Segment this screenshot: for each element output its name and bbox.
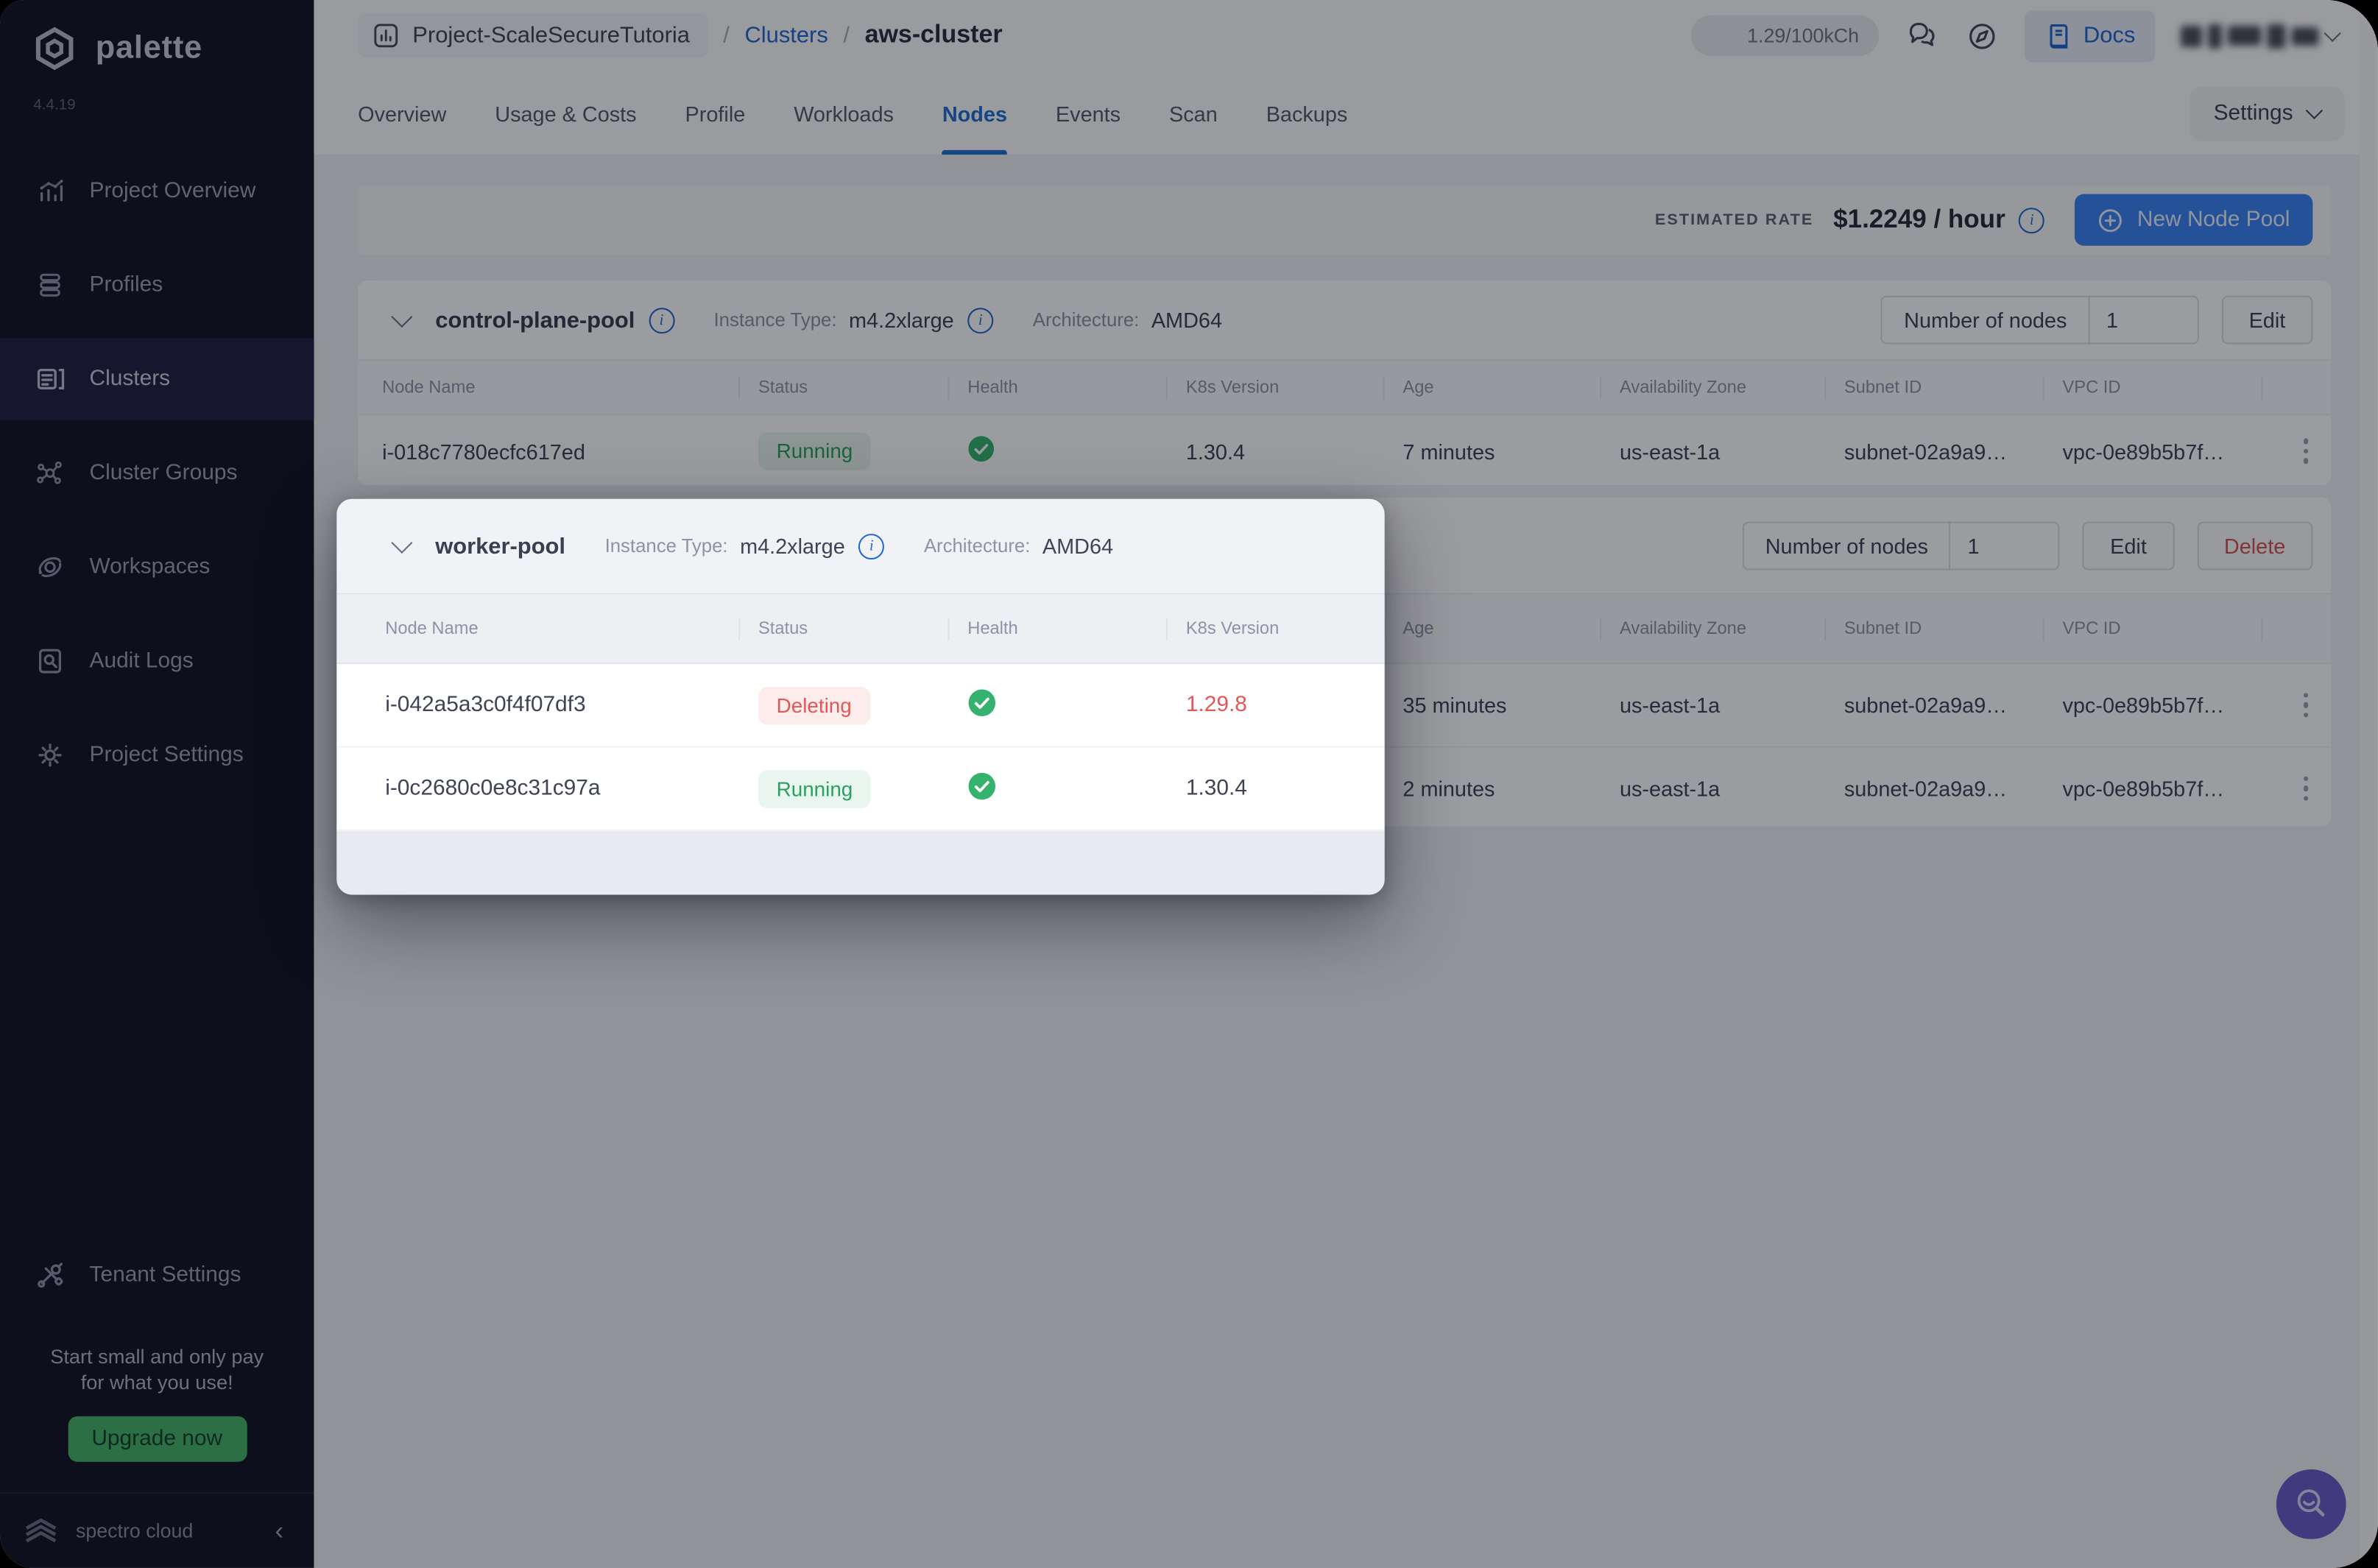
node-table-header: Node Name Status Health K8s Version: [336, 593, 1384, 664]
k8s-version: 1.30.4: [1186, 777, 1385, 801]
table-row[interactable]: i-042a5a3c0f4f07df3 Deleting 1.29.8: [336, 664, 1384, 747]
col-status: Status: [758, 619, 967, 638]
worker-pool-spotlight: worker-pool Instance Type: m4.2xlarge Ar…: [336, 499, 1384, 895]
status-badge: Running: [758, 769, 871, 807]
col-node-name: Node Name: [385, 619, 758, 638]
health-ok-icon: [967, 688, 996, 716]
architecture-value: AMD64: [1042, 534, 1113, 558]
worker-pool-header-highlight: worker-pool Instance Type: m4.2xlarge Ar…: [336, 499, 1384, 593]
architecture-label: Architecture:: [924, 535, 1031, 557]
app-window: palette 4.4.19 Project Overview Profiles: [0, 0, 2378, 1568]
info-icon[interactable]: [858, 533, 884, 559]
node-name: i-0c2680c0e8c31c97a: [385, 777, 758, 801]
col-k8s-version: K8s Version: [1186, 619, 1385, 638]
collapse-pool-icon[interactable]: [391, 532, 412, 554]
instance-type-value: m4.2xlarge: [740, 534, 845, 558]
instance-type-label: Instance Type:: [605, 535, 728, 557]
col-health: Health: [967, 619, 1186, 638]
k8s-version: 1.29.8: [1186, 693, 1385, 717]
status-badge: Deleting: [758, 686, 869, 724]
spotlight-footer-strip: [336, 831, 1384, 895]
table-row[interactable]: i-0c2680c0e8c31c97a Running 1.30.4: [336, 748, 1384, 831]
node-name: i-042a5a3c0f4f07df3: [385, 693, 758, 717]
health-ok-icon: [967, 771, 996, 799]
pool-title: worker-pool: [435, 533, 565, 559]
